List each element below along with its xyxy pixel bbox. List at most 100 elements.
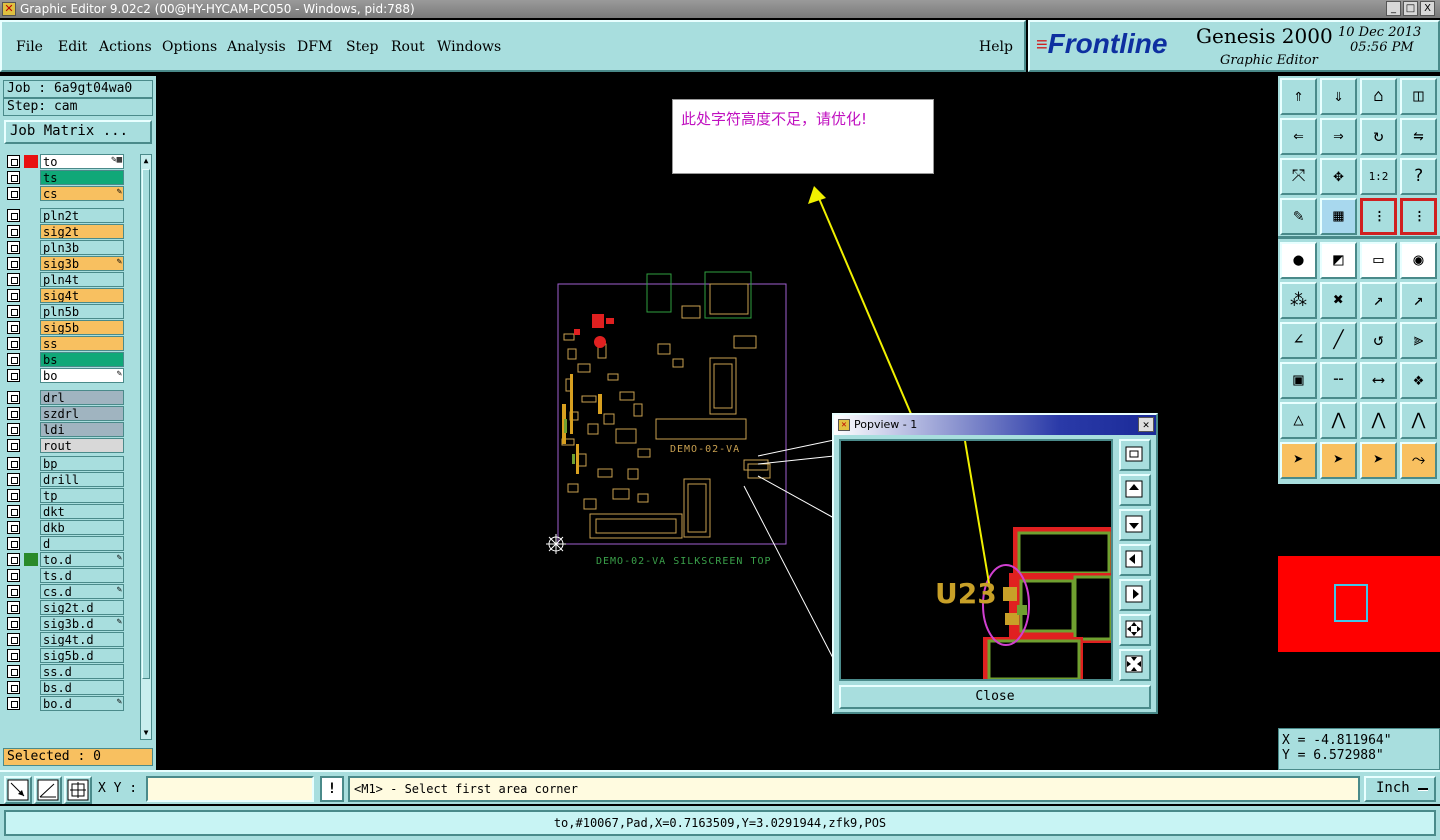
menu-windows[interactable]: Windows	[437, 39, 501, 55]
message-button[interactable]: !	[320, 776, 344, 802]
layer-name[interactable]: sig5b	[40, 320, 124, 335]
layer-row[interactable]: cs.d ✎	[4, 584, 138, 599]
popview-pan-up-button[interactable]	[1119, 474, 1151, 506]
layer-name[interactable]: szdrl	[40, 406, 124, 421]
layer-checkbox[interactable]	[7, 665, 20, 678]
layer-name[interactable]: bp	[40, 456, 124, 471]
layer-name[interactable]: ldi	[40, 422, 124, 437]
menu-actions[interactable]: Actions	[99, 39, 152, 55]
scroll-thumb[interactable]	[142, 169, 150, 679]
layer-checkbox[interactable]	[7, 601, 20, 614]
layer-scrollbar[interactable]: ▲ ▼	[140, 154, 152, 740]
layer-checkbox[interactable]	[7, 521, 20, 534]
layer-row[interactable]: ldi	[4, 422, 138, 437]
triangle-button[interactable]: △	[1280, 402, 1317, 439]
move-left-button[interactable]: ⇐	[1280, 118, 1317, 155]
layer-name[interactable]: bs	[40, 352, 124, 367]
layer-row[interactable]: sig3b ✎	[4, 256, 138, 271]
grid-snap-button[interactable]	[64, 776, 92, 804]
angle-button[interactable]: ∠	[1280, 322, 1317, 359]
angle-mode-button[interactable]	[34, 776, 62, 804]
popview-pan-right-button[interactable]	[1119, 579, 1151, 611]
layer-row[interactable]: ss	[4, 336, 138, 351]
arch-cross-button[interactable]: ⋀	[1400, 402, 1437, 439]
scroll-down-icon[interactable]: ▼	[141, 727, 151, 739]
layer-checkbox[interactable]	[7, 209, 20, 222]
layer-row[interactable]: rout	[4, 438, 138, 453]
menu-edit[interactable]: Edit	[58, 39, 87, 55]
overview-viewport[interactable]	[1334, 584, 1368, 622]
menu-dfm[interactable]: DFM	[297, 39, 332, 55]
layer-row[interactable]: bs	[4, 352, 138, 367]
layer-name[interactable]: sig4t	[40, 288, 124, 303]
layer-checkbox[interactable]	[7, 407, 20, 420]
circle-button[interactable]: ◉	[1400, 242, 1437, 279]
layer-row[interactable]: ss.d	[4, 664, 138, 679]
popview-zoom-in-button[interactable]	[1119, 649, 1151, 681]
layer-name[interactable]: pln3b	[40, 240, 124, 255]
popview-close-button[interactable]: Close	[839, 685, 1151, 709]
move-up-button[interactable]: ⇑	[1280, 78, 1317, 115]
pointer-alt-button[interactable]: ➤	[1360, 442, 1397, 479]
layer-name[interactable]: bo	[40, 368, 124, 383]
layer-checkbox[interactable]	[7, 697, 20, 710]
menu-rout[interactable]: Rout	[391, 39, 425, 55]
layer-checkbox[interactable]	[7, 439, 20, 452]
layer-checkbox[interactable]	[7, 257, 20, 270]
surface-button[interactable]: ❖	[1400, 362, 1437, 399]
layer-checkbox[interactable]	[7, 473, 20, 486]
menu-file[interactable]: File	[16, 39, 43, 55]
menu-help[interactable]: Help	[979, 39, 1013, 55]
layer-row[interactable]: to.d ✎	[4, 552, 138, 567]
popview-close-icon[interactable]: ✕	[1138, 417, 1154, 432]
xy-input[interactable]	[146, 776, 314, 802]
layer-row[interactable]: bo ✎	[4, 368, 138, 383]
layer-name[interactable]: sig3b	[40, 256, 124, 271]
pointer-box-button[interactable]: ➤	[1320, 442, 1357, 479]
node-link-button[interactable]: ⁂	[1280, 282, 1317, 319]
layer-row[interactable]: pln5b	[4, 304, 138, 319]
menu-analysis[interactable]: Analysis	[227, 39, 286, 55]
layer-row[interactable]: cs ✎	[4, 186, 138, 201]
layer-row[interactable]: bp	[4, 456, 138, 471]
cross-button[interactable]: ✖	[1320, 282, 1357, 319]
minimize-button[interactable]: _	[1386, 1, 1401, 16]
layer-checkbox[interactable]	[7, 649, 20, 662]
help-button[interactable]: ?	[1400, 158, 1437, 195]
mirror-button[interactable]: ⇋	[1400, 118, 1437, 155]
layer-checkbox[interactable]	[7, 187, 20, 200]
layer-checkbox[interactable]	[7, 289, 20, 302]
layer-checkbox[interactable]	[7, 171, 20, 184]
layer-row[interactable]: sig2t.d	[4, 600, 138, 615]
layer-row[interactable]: bo.d ✎	[4, 696, 138, 711]
layer-name[interactable]: dkt	[40, 504, 124, 519]
layer-name[interactable]: ts.d	[40, 568, 124, 583]
layer-name[interactable]: drl	[40, 390, 124, 405]
job-matrix-button[interactable]: Job Matrix ...	[4, 120, 152, 144]
layer-name[interactable]: cs.d	[40, 584, 124, 599]
split-view-button[interactable]: ◫	[1400, 78, 1437, 115]
layer-checkbox[interactable]	[7, 457, 20, 470]
tools-button[interactable]: ✎	[1280, 198, 1317, 235]
layers-button[interactable]: ⁝	[1360, 198, 1397, 235]
grid-button[interactable]: ▦	[1320, 198, 1357, 235]
layer-checkbox[interactable]	[7, 241, 20, 254]
arch-button[interactable]: ⋀	[1320, 402, 1357, 439]
layer-row[interactable]: pln4t	[4, 272, 138, 287]
layer-row[interactable]: sig4t.d	[4, 632, 138, 647]
layer-checkbox[interactable]	[7, 337, 20, 350]
layer-row[interactable]: tp	[4, 488, 138, 503]
ruler-button[interactable]: ▭	[1360, 242, 1397, 279]
layer-row[interactable]: sig2t	[4, 224, 138, 239]
feature-button[interactable]: ⫸	[1400, 322, 1437, 359]
popview-zoom-window-button[interactable]	[1119, 439, 1151, 471]
route-button[interactable]: ⤳	[1400, 442, 1437, 479]
split-line-button[interactable]: ╌	[1320, 362, 1357, 399]
layer-checkbox[interactable]	[7, 391, 20, 404]
layer-name[interactable]: sig4t.d	[40, 632, 124, 647]
units-select[interactable]: Inch	[1364, 776, 1436, 802]
arch-fill-button[interactable]: ⋀	[1360, 402, 1397, 439]
layer-name[interactable]: cs	[40, 186, 124, 201]
snap-point-button[interactable]: ↗	[1360, 282, 1397, 319]
layer-checkbox[interactable]	[7, 305, 20, 318]
